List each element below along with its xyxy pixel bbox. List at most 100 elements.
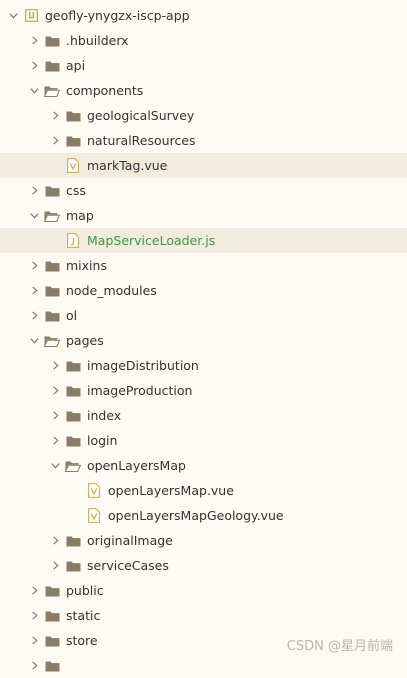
tree-row-naturalresources[interactable]: naturalResources <box>0 128 407 153</box>
tree-item-label: naturalResources <box>87 133 196 148</box>
tree-row-geofly-ynygzx-iscp-app[interactable]: geofly-ynygzx-iscp-app <box>0 3 407 28</box>
folder-icon <box>65 103 81 128</box>
folder-icon <box>44 303 60 328</box>
tree-row-pages[interactable]: pages <box>0 328 407 353</box>
tree-row-servicecases[interactable]: serviceCases <box>0 553 407 578</box>
folder-icon <box>65 553 81 578</box>
folder-icon <box>65 128 81 153</box>
tree-row-openlayersmapgeology-vue[interactable]: openLayersMapGeology.vue <box>0 503 407 528</box>
folder-icon <box>65 353 81 378</box>
vue-file-icon <box>86 478 102 503</box>
tree-row-map[interactable]: map <box>0 203 407 228</box>
tree-item-label: map <box>66 208 94 223</box>
chevron-right-icon[interactable] <box>27 53 41 78</box>
chevron-right-icon[interactable] <box>27 28 41 53</box>
chevron-right-icon[interactable] <box>48 528 62 553</box>
tree-item-label: markTag.vue <box>87 158 168 173</box>
tree-row-imagedistribution[interactable]: imageDistribution <box>0 353 407 378</box>
chevron-right-icon[interactable] <box>27 278 41 303</box>
chevron-down-icon[interactable] <box>27 78 41 103</box>
tree-row-api[interactable]: api <box>0 53 407 78</box>
chevron-right-icon[interactable] <box>48 553 62 578</box>
folder-icon <box>44 28 60 53</box>
chevron-right-icon[interactable] <box>48 128 62 153</box>
folder-icon <box>65 428 81 453</box>
folder-open-icon <box>65 453 81 478</box>
folder-open-icon <box>44 78 60 103</box>
tree-item-label: serviceCases <box>87 558 169 573</box>
js-file-icon <box>65 228 81 253</box>
vue-file-icon <box>86 503 102 528</box>
chevron-right-icon[interactable] <box>27 303 41 328</box>
tree-item-label: openLayersMap <box>87 458 186 473</box>
chevron-right-icon[interactable] <box>48 428 62 453</box>
tree-item-label: node_modules <box>66 283 157 298</box>
tree-row-components[interactable]: components <box>0 78 407 103</box>
chevron-right-icon[interactable] <box>27 253 41 278</box>
tree-row-ol[interactable]: ol <box>0 303 407 328</box>
tree-item-label: store <box>66 633 98 648</box>
chevron-right-icon[interactable] <box>27 603 41 628</box>
chevron-right-icon[interactable] <box>48 378 62 403</box>
chevron-right-icon[interactable] <box>48 403 62 428</box>
tree-row-login[interactable]: login <box>0 428 407 453</box>
tree-item-label: .hbuilderx <box>66 33 129 48</box>
vue-file-icon <box>65 153 81 178</box>
folder-icon <box>44 578 60 603</box>
tree-row-openlayersmap[interactable]: openLayersMap <box>0 453 407 478</box>
tree-item-label: api <box>66 58 86 73</box>
tree-row-openlayersmap-vue[interactable]: openLayersMap.vue <box>0 478 407 503</box>
tree-item-label: mixins <box>66 258 107 273</box>
folder-open-icon <box>44 328 60 353</box>
chevron-right-icon[interactable] <box>48 353 62 378</box>
tree-item-label: openLayersMap.vue <box>108 483 234 498</box>
folder-icon <box>44 653 60 678</box>
tree-item-label: pages <box>66 333 104 348</box>
folder-icon <box>65 528 81 553</box>
tree-row-static[interactable]: static <box>0 603 407 628</box>
tree-item-label: index <box>87 408 122 423</box>
tree-row-marktag-vue[interactable]: markTag.vue <box>0 153 407 178</box>
folder-icon <box>44 253 60 278</box>
tree-item-label: geologicalSurvey <box>87 108 195 123</box>
file-explorer-tree: geofly-ynygzx-iscp-app .hbuilderx api compo… <box>0 3 407 678</box>
folder-icon <box>44 603 60 628</box>
tree-item-label: public <box>66 583 104 598</box>
tree-item-label: ol <box>66 308 78 323</box>
folder-icon <box>65 403 81 428</box>
tree-row-mapserviceloader-js[interactable]: MapServiceLoader.js <box>0 228 407 253</box>
tree-row-imageproduction[interactable]: imageProduction <box>0 378 407 403</box>
chevron-right-icon[interactable] <box>48 103 62 128</box>
tree-row-node-modules[interactable]: node_modules <box>0 278 407 303</box>
tree-row-geologicalsurvey[interactable]: geologicalSurvey <box>0 103 407 128</box>
tree-item-label: static <box>66 608 101 623</box>
folder-icon <box>44 53 60 78</box>
chevron-right-icon[interactable] <box>27 178 41 203</box>
tree-row-item[interactable] <box>0 653 407 678</box>
chevron-right-icon[interactable] <box>27 628 41 653</box>
tree-item-label: openLayersMapGeology.vue <box>108 508 284 523</box>
tree-row-originalimage[interactable]: originalImage <box>0 528 407 553</box>
tree-row-css[interactable]: css <box>0 178 407 203</box>
tree-row-index[interactable]: index <box>0 403 407 428</box>
tree-item-label: geofly-ynygzx-iscp-app <box>45 8 190 23</box>
tree-row-hbuilderx[interactable]: .hbuilderx <box>0 28 407 53</box>
tree-item-label: imageDistribution <box>87 358 199 373</box>
chevron-down-icon[interactable] <box>6 3 20 28</box>
chevron-right-icon[interactable] <box>27 578 41 603</box>
chevron-down-icon[interactable] <box>48 453 62 478</box>
watermark: CSDN @星月前端 <box>286 639 393 654</box>
chevron-down-icon[interactable] <box>27 328 41 353</box>
folder-icon <box>44 628 60 653</box>
tree-item-label: components <box>66 83 144 98</box>
tree-item-label: originalImage <box>87 533 173 548</box>
chevron-down-icon[interactable] <box>27 203 41 228</box>
project-icon <box>23 3 39 28</box>
chevron-right-icon[interactable] <box>27 653 41 678</box>
folder-icon <box>44 178 60 203</box>
folder-open-icon <box>44 203 60 228</box>
tree-row-mixins[interactable]: mixins <box>0 253 407 278</box>
folder-icon <box>65 378 81 403</box>
tree-item-label: MapServiceLoader.js <box>87 233 216 248</box>
tree-row-public[interactable]: public <box>0 578 407 603</box>
